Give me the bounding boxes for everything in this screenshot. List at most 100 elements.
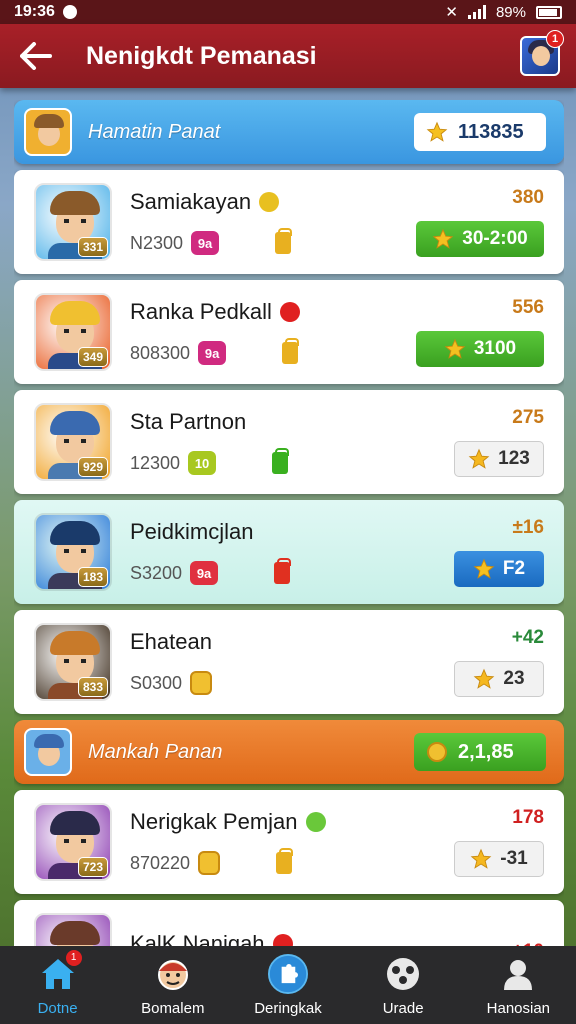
emoji-icon — [259, 192, 280, 212]
section-title: Hamatin Panat — [88, 120, 221, 143]
home-icon: 1 — [38, 949, 82, 994]
vibrate-icon: ✕ — [445, 4, 458, 21]
section-title: Mankah Panan — [88, 740, 223, 763]
star-icon — [473, 558, 495, 579]
bag-icon — [282, 338, 300, 364]
section-header: Mankah Panan 2,1,85 — [14, 720, 564, 784]
reward-button[interactable]: 30-2:00 — [416, 221, 544, 257]
nav-badge: 1 — [65, 949, 82, 966]
tag-chip: 10 — [188, 451, 217, 475]
nav-label: Hanosian — [486, 999, 551, 1017]
gamepad-icon — [383, 954, 423, 994]
battery-icon — [536, 5, 562, 19]
emoji-icon — [305, 812, 326, 832]
points-value: 178 — [512, 807, 544, 828]
player-value: S3200 — [130, 562, 183, 583]
player-name: Sta Partnon — [130, 409, 247, 434]
reward-value: -31 — [500, 848, 528, 869]
nav-item-hanosian[interactable]: Hanosian — [468, 954, 568, 1017]
status-time: 19:36 — [14, 3, 55, 20]
tag-chip: 9a — [191, 231, 220, 255]
bag-icon — [272, 448, 290, 474]
list-item[interactable]: 723 Nerigkak Pemjan 870220 178 -31 — [14, 790, 564, 894]
list-item[interactable]: 833 Ehatean S0300 +42 23 — [14, 610, 564, 714]
player-avatar — [34, 913, 112, 946]
nav-item-deringkak[interactable]: Deringkak — [238, 953, 338, 1017]
notification-badge: 1 — [546, 30, 564, 48]
player-avatar: 929 — [34, 403, 112, 481]
coin-icon — [427, 742, 447, 762]
reward-value: 3100 — [473, 338, 517, 359]
tag-chip: 9a — [198, 341, 227, 365]
puzzle-icon — [267, 953, 308, 994]
level-badge: 349 — [78, 347, 108, 367]
player-name: Samiakayan — [130, 189, 252, 214]
player-value: S0300 — [130, 672, 183, 693]
reward-button[interactable]: 3100 — [416, 331, 544, 367]
player-name: Ranka Pedkall — [130, 299, 272, 324]
nav-item-bomalem[interactable]: Bomalem — [123, 954, 223, 1017]
section-score: 2,1,85 — [414, 733, 546, 771]
profile-avatar-button[interactable]: 1 — [520, 30, 564, 76]
star-icon — [470, 848, 492, 869]
app-header: Nenigkdt Pemanasi 1 — [0, 24, 576, 88]
points-value: 275 — [512, 407, 544, 428]
bag-icon — [276, 848, 294, 874]
status-bar: 19:36 ✕ 89% — [0, 0, 576, 24]
points-value: 380 — [512, 187, 544, 208]
nav-label: Dotne — [37, 999, 78, 1017]
player-avatar: 833 — [34, 623, 112, 701]
reward-button[interactable]: 123 — [454, 441, 544, 477]
leaderboard-list: Hamatin Panat 113835 331 Samiakayan N230… — [14, 100, 564, 946]
list-item[interactable]: 929 Sta Partnon 12300 10 275 123 — [14, 390, 564, 494]
section-header: Hamatin Panat 113835 — [14, 100, 564, 164]
player-value: 808300 — [130, 342, 191, 363]
bottom-navigation: 1 Dotne Bomalem Deringkak Urade Hanosian — [0, 946, 576, 1024]
list-item[interactable]: 331 Samiakayan N2300 9a 380 30-2:00 — [14, 170, 564, 274]
section-score: 113835 — [414, 113, 546, 151]
emoji-icon — [279, 302, 300, 322]
signal-icon — [467, 5, 486, 19]
player-name: Ehatean — [130, 629, 212, 654]
nav-item-urade[interactable]: Urade — [353, 954, 453, 1017]
points-value: 556 — [512, 297, 544, 318]
nav-label: Urade — [382, 999, 424, 1017]
points-value: +42 — [511, 627, 544, 648]
tag-chip: 9a — [190, 561, 219, 585]
reward-value: 123 — [498, 448, 530, 469]
star-icon — [432, 228, 454, 249]
level-badge: 723 — [78, 857, 108, 877]
character-icon — [153, 954, 193, 994]
reward-button[interactable]: -31 — [454, 841, 544, 877]
section-score-value: 113835 — [458, 120, 524, 143]
bag-icon — [274, 558, 292, 584]
reward-value: 23 — [503, 668, 525, 689]
emoji-icon — [272, 934, 293, 946]
star-icon — [468, 448, 490, 469]
level-badge: 929 — [78, 457, 108, 477]
list-item[interactable]: 349 Ranka Pedkall 808300 9a 556 3100 — [14, 280, 564, 384]
battery-percent: 89% — [495, 3, 526, 21]
player-avatar: 349 — [34, 293, 112, 371]
points-value: ±16 — [512, 517, 544, 538]
list-item[interactable]: 183 Peidkimcjlan S3200 9a ±16 F2 — [14, 500, 564, 604]
player-name: Nerigkak Pemjan — [130, 809, 298, 834]
star-icon — [474, 668, 495, 689]
nav-item-dotne[interactable]: 1 Dotne — [8, 949, 108, 1017]
reward-button[interactable]: 23 — [454, 661, 544, 697]
player-avatar: 183 — [34, 513, 112, 591]
coin-chip-icon — [190, 671, 213, 695]
coin-chip-icon — [198, 851, 221, 875]
nav-label: Deringkak — [254, 999, 322, 1017]
player-value: N2300 — [130, 232, 184, 253]
player-value: 870220 — [130, 852, 191, 873]
player-name: KalK Nanigah — [130, 931, 265, 946]
page-title: Nenigkdt Pemanasi — [86, 41, 317, 70]
player-avatar: 331 — [34, 183, 112, 261]
level-badge: 183 — [78, 567, 108, 587]
back-arrow-icon[interactable] — [16, 36, 56, 76]
star-icon — [444, 338, 466, 359]
player-avatar: 723 — [34, 803, 112, 881]
reward-button[interactable]: F2 — [454, 551, 544, 587]
list-item[interactable]: KalK Nanigah ±10 — [14, 900, 564, 946]
